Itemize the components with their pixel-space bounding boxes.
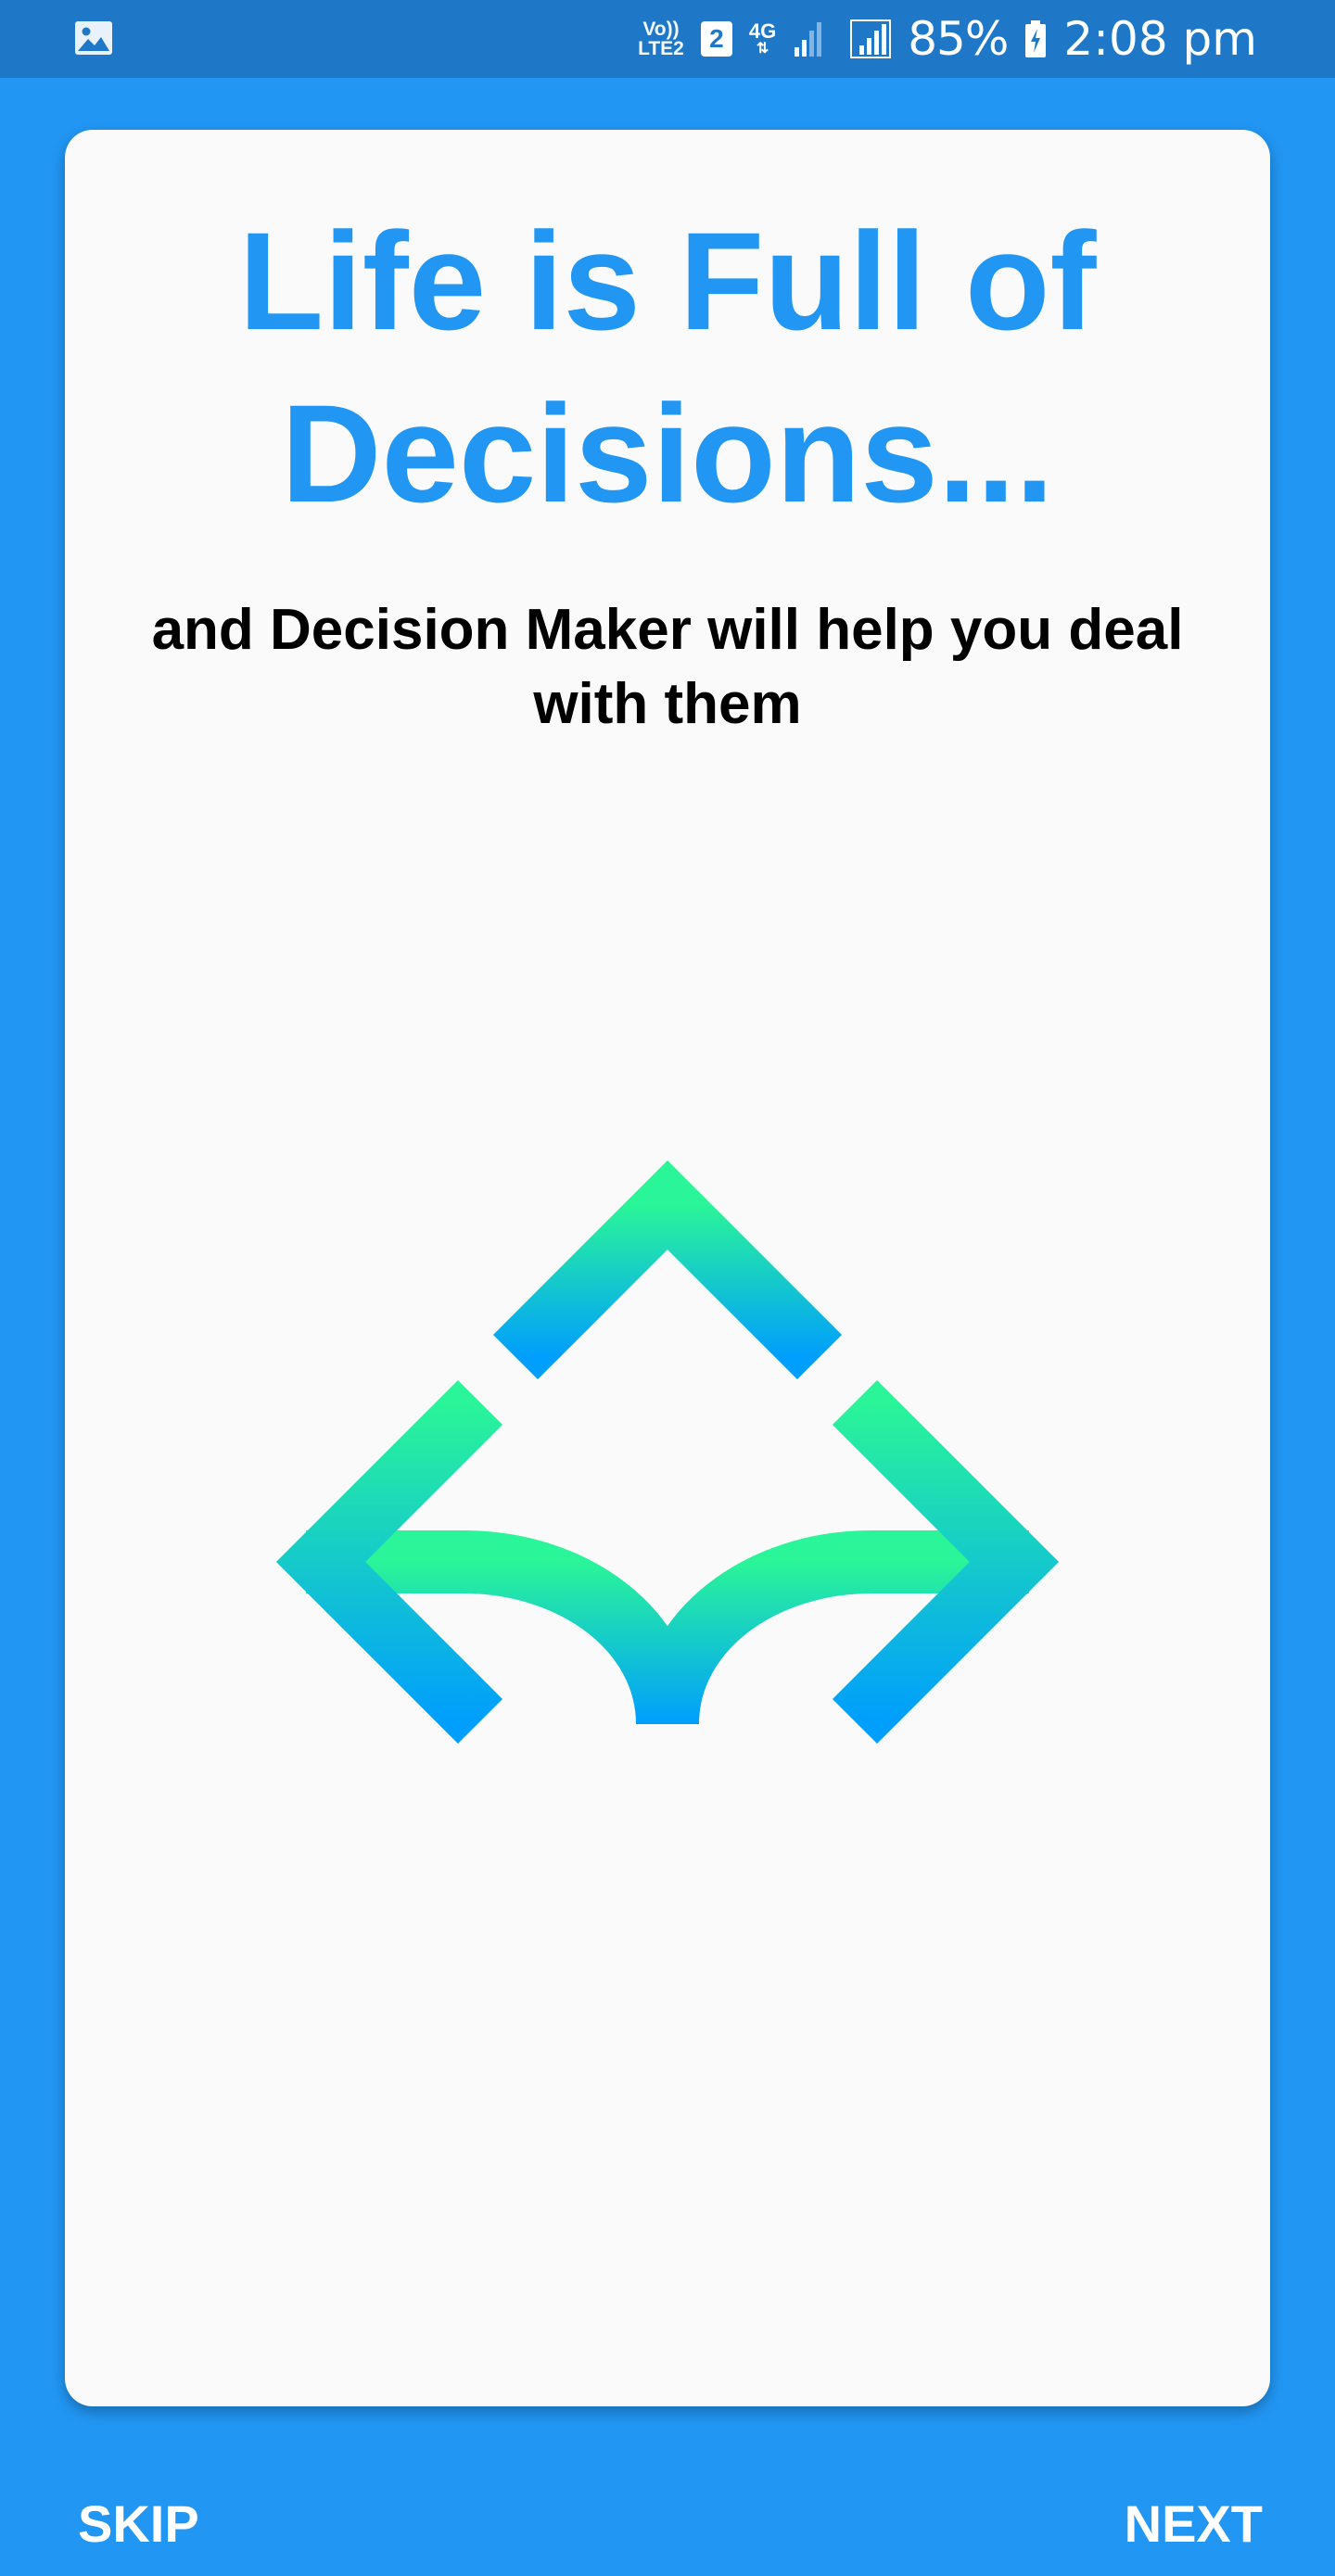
skip-button[interactable]: SKIP [78, 2494, 199, 2554]
next-button[interactable]: NEXT [1125, 2494, 1263, 2554]
battery-charging-icon [1025, 20, 1047, 57]
network-type-label: 4G [748, 19, 777, 43]
title-line-2: Decisions... [281, 375, 1054, 531]
data-transfer-icon: ⇅ [756, 41, 769, 57]
signal-strength-icon [795, 22, 822, 57]
network-type-indicator: 4G ⇅ [749, 21, 776, 57]
volte-line1: Vo)) [642, 19, 680, 40]
onboarding-card: Life is Full of Decisions... and Decisio… [65, 130, 1270, 2406]
status-icons: Vo)) LTE2 2 4G ⇅ 85% 2:08 pm [638, 0, 1257, 78]
sim-badge: 2 [700, 21, 732, 57]
three-way-arrows-icon [275, 1160, 1060, 1984]
battery-percentage: 85% [908, 12, 1009, 66]
signal-strength-sim2-icon [850, 19, 892, 58]
volte-line2: LTE2 [638, 38, 684, 59]
onboarding-subtitle: and Decision Maker will help you deal wi… [151, 598, 1184, 736]
status-clock: 2:08 pm [1063, 12, 1257, 66]
onboarding-navigation: SKIP NEXT [0, 2466, 1335, 2576]
title-line-1: Life is Full of [238, 203, 1097, 359]
onboarding-title: Life is Full of Decisions... [65, 195, 1270, 539]
status-bar: Vo)) LTE2 2 4G ⇅ 85% 2:08 pm [0, 0, 1335, 78]
volte-indicator: Vo)) LTE2 [638, 19, 684, 58]
gallery-image-icon [75, 21, 112, 55]
